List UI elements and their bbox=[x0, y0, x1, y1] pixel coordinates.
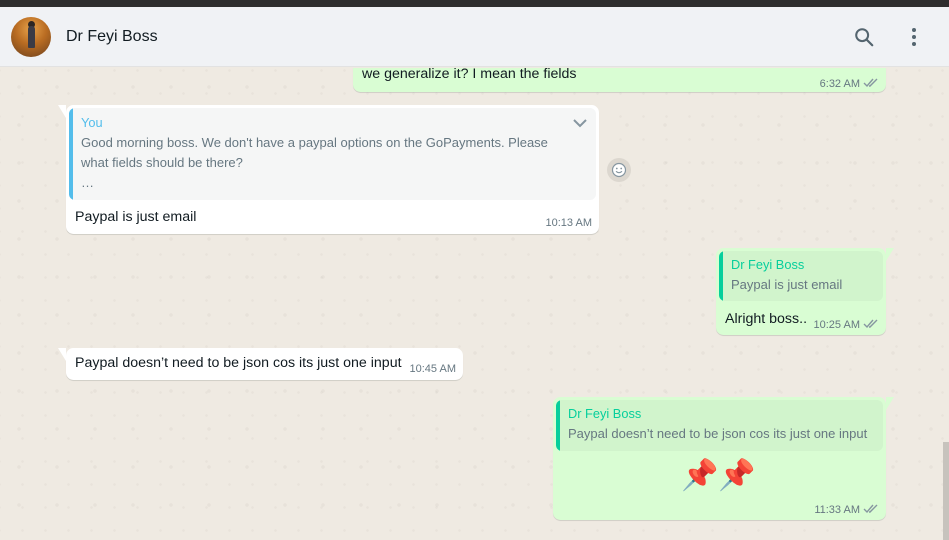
avatar-figure-body bbox=[28, 26, 35, 48]
window-top-strip bbox=[0, 0, 949, 7]
message-incoming[interactable]: You Good morning boss. We don't have a p… bbox=[58, 105, 599, 234]
message-text: Paypal is just email bbox=[75, 209, 197, 225]
message-meta: 10:13 AM bbox=[546, 217, 592, 229]
bubble-tail bbox=[886, 397, 894, 410]
double-check-icon bbox=[863, 318, 879, 332]
message-outgoing[interactable]: we generalize it? I mean the fields 6:32… bbox=[353, 68, 886, 92]
bubble-tail bbox=[886, 248, 894, 261]
quote-author: Dr Feyi Boss bbox=[568, 406, 642, 421]
contact-name[interactable]: Dr Feyi Boss bbox=[66, 28, 158, 46]
bubble-tail bbox=[58, 105, 66, 118]
message-meta: 6:32 AM bbox=[820, 77, 879, 91]
message-time: 11:33 AM bbox=[814, 504, 860, 516]
message-time: 6:32 AM bbox=[819, 78, 860, 90]
quoted-message[interactable]: Dr Feyi Boss Paypal is just email bbox=[719, 251, 883, 301]
chat-header: Dr Feyi Boss bbox=[0, 7, 949, 67]
message-outgoing[interactable]: Dr Feyi Boss Paypal doesn’t need to be j… bbox=[553, 397, 894, 520]
message-time: 10:13 AM bbox=[545, 217, 592, 229]
message-text: Alright boss.. bbox=[725, 311, 808, 327]
message-incoming[interactable]: Paypal doesn’t need to be json cos its j… bbox=[58, 348, 463, 380]
quote-text-line: what fields should be there? bbox=[81, 155, 243, 170]
chat-panel[interactable]: we generalize it? I mean the fields 6:32… bbox=[0, 68, 949, 540]
message-text: Paypal doesn’t need to be json cos its j… bbox=[75, 355, 402, 371]
message-meta: 10:25 AM bbox=[814, 318, 879, 332]
quote-author: You bbox=[81, 115, 103, 130]
double-check-icon bbox=[863, 77, 879, 91]
contact-avatar[interactable] bbox=[11, 17, 51, 57]
message-outgoing[interactable]: Dr Feyi Boss Paypal is just email Alrigh… bbox=[716, 248, 894, 335]
more-vert-icon[interactable] bbox=[902, 25, 926, 49]
quote-text-line: Good morning boss. We don't have a paypa… bbox=[81, 135, 548, 150]
chevron-down-icon[interactable] bbox=[572, 116, 588, 134]
react-emoji-icon[interactable] bbox=[607, 158, 631, 182]
pushpin-emoji: 📌📌 bbox=[681, 459, 756, 492]
message-time: 10:45 AM bbox=[409, 363, 456, 375]
message-time: 10:25 AM bbox=[813, 319, 860, 331]
bubble-tail bbox=[58, 348, 66, 361]
message-text: we generalize it? I mean the fields bbox=[362, 68, 577, 82]
search-icon[interactable] bbox=[852, 25, 876, 49]
quote-text-line: … bbox=[81, 175, 94, 190]
quoted-message[interactable]: You Good morning boss. We don't have a p… bbox=[69, 108, 596, 200]
quote-accent-bar bbox=[556, 400, 560, 451]
quote-accent-bar bbox=[69, 108, 73, 200]
chat-scrollbar[interactable] bbox=[943, 442, 949, 540]
message-meta: 10:45 AM bbox=[410, 363, 456, 375]
double-check-icon bbox=[863, 503, 879, 517]
quoted-message[interactable]: Dr Feyi Boss Paypal doesn’t need to be j… bbox=[556, 400, 883, 451]
message-meta: 11:33 AM bbox=[814, 503, 879, 517]
quote-text: Paypal is just email bbox=[731, 277, 843, 292]
quote-text: Paypal doesn’t need to be json cos its j… bbox=[568, 426, 868, 441]
quote-accent-bar bbox=[719, 251, 723, 301]
quote-author: Dr Feyi Boss bbox=[731, 257, 805, 272]
